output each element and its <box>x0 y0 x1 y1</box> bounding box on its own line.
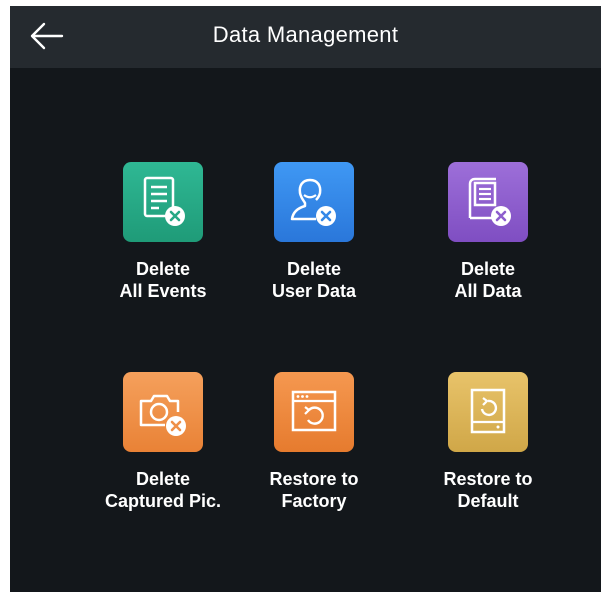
user-delete-icon <box>274 162 354 242</box>
tile-label-line2: Captured Pic. <box>104 491 222 511</box>
delete-all-data-button[interactable]: Delete All Data <box>408 162 568 342</box>
delete-user-data-button[interactable]: Delete User Data <box>234 162 394 342</box>
delete-all-events-button[interactable]: Delete All Events <box>83 162 243 342</box>
restore-factory-icon <box>274 372 354 452</box>
data-delete-icon <box>448 162 528 242</box>
restore-to-factory-button[interactable]: Restore to Factory <box>234 372 394 552</box>
tile-label-line1: Restore to <box>443 469 533 489</box>
tile-label-line1: Delete <box>286 259 342 279</box>
tile-label-line1: Restore to <box>269 469 359 489</box>
camera-delete-icon <box>123 372 203 452</box>
tile-label-line1: Delete <box>135 469 191 489</box>
tile-label-line1: Delete <box>135 259 191 279</box>
restore-to-default-button[interactable]: Restore to Default <box>408 372 568 552</box>
delete-captured-pic-button[interactable]: Delete Captured Pic. <box>83 372 243 552</box>
restore-default-icon <box>448 372 528 452</box>
tile-label-line2: User Data <box>271 281 357 301</box>
tile-label-line2: Default <box>457 491 519 511</box>
tile-label-line1: Delete <box>460 259 516 279</box>
header-bar: Data Management <box>10 6 601 68</box>
device-screen: Data Management Delete All Events Delete… <box>10 6 601 592</box>
tile-label-line2: All Data <box>454 281 522 301</box>
event-list-delete-icon <box>123 162 203 242</box>
page-title: Data Management <box>212 22 399 47</box>
tile-label-line2: All Events <box>119 281 207 301</box>
tile-label-line2: Factory <box>281 491 347 511</box>
